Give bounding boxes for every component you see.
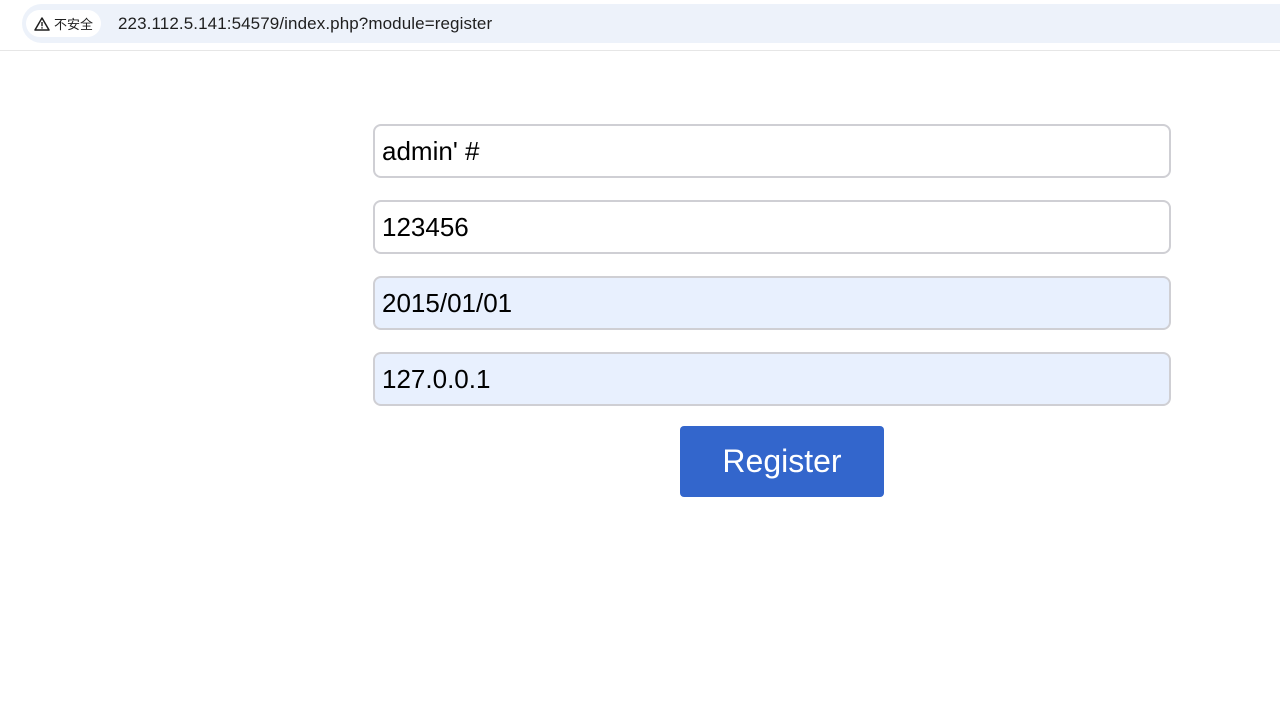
birthdate-field[interactable]: [373, 276, 1171, 330]
ip-address-field[interactable]: [373, 352, 1171, 406]
url-text[interactable]: 223.112.5.141:54579/index.php?module=reg…: [118, 4, 492, 43]
address-bar[interactable]: 不安全 223.112.5.141:54579/index.php?module…: [22, 4, 1280, 43]
security-label: 不安全: [54, 17, 94, 32]
username-field[interactable]: [373, 124, 1171, 178]
register-form: Register: [373, 124, 1171, 497]
warning-triangle-icon: [34, 16, 50, 32]
password-field[interactable]: [373, 200, 1171, 254]
site-security-chip[interactable]: 不安全: [26, 10, 102, 37]
register-button[interactable]: Register: [680, 426, 884, 497]
browser-toolbar: 不安全 223.112.5.141:54579/index.php?module…: [0, 0, 1280, 51]
